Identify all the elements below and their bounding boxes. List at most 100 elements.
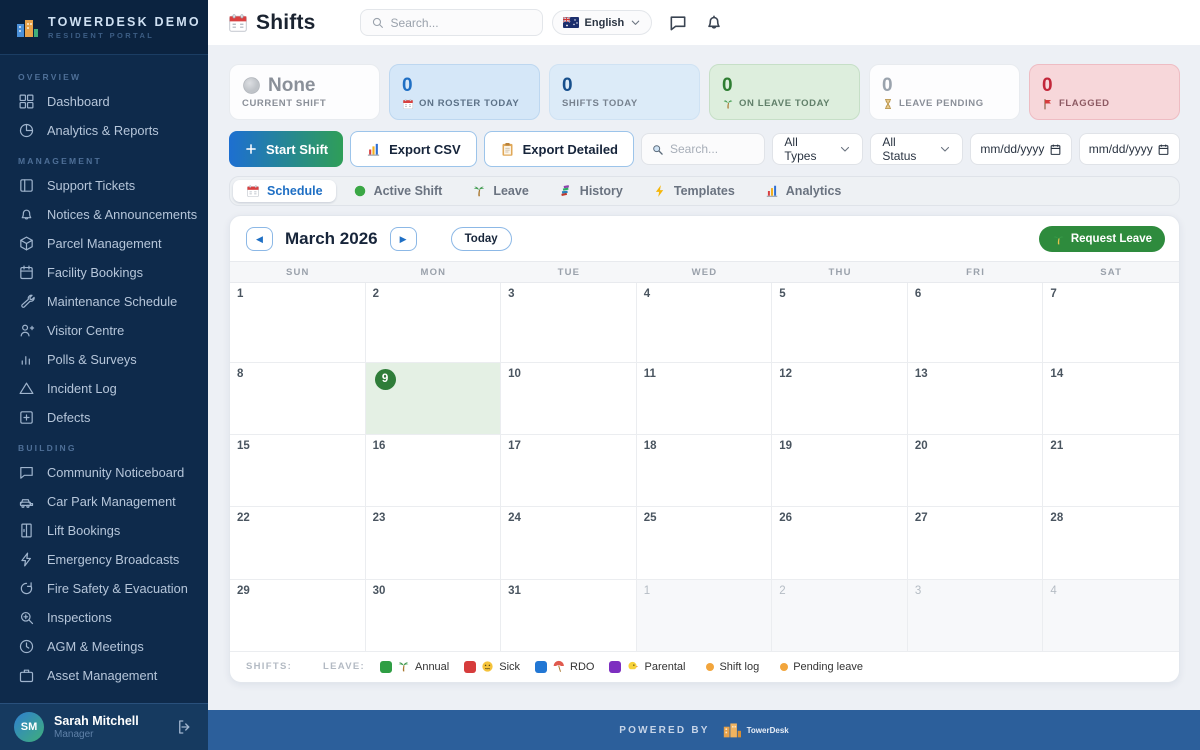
calendar-day-cell[interactable]: 1 [230,283,366,363]
user-role: Manager [54,728,94,740]
calendar-day-cell[interactable]: 25 [636,507,773,580]
export-detailed-button[interactable]: Export Detailed [483,131,634,167]
stat-label: SHIFTS TODAY [562,98,638,109]
package-box-icon [18,235,35,252]
calendar-day-cell[interactable]: 29 [230,579,366,652]
tab-leave[interactable]: Leave [459,180,541,202]
legend-swatch [609,660,622,673]
status-filter-select[interactable]: All Status [870,133,964,165]
calendar-day-cell[interactable]: 26 [772,507,908,580]
tab-schedule[interactable]: Schedule [233,180,336,202]
calendar-day-cell[interactable]: 9 [365,362,502,435]
legend-item-sick: Sick [464,660,520,673]
calendar-day-cell[interactable]: 2 [772,579,908,652]
global-search[interactable] [359,9,543,36]
day-number: 14 [1050,367,1064,380]
sidebar-item-facility-bookings[interactable]: Facility Bookings [0,258,208,287]
request-leave-button[interactable]: Request Leave [1038,226,1165,252]
language-selector[interactable]: English [551,10,653,35]
stat-value: 0 [1042,74,1053,96]
export-csv-button[interactable]: Export CSV [350,131,477,167]
tab-history[interactable]: History [546,180,636,202]
avatar[interactable]: SM [14,712,44,742]
start-shift-button[interactable]: Start Shift [229,131,344,167]
calendar-day-cell[interactable]: 20 [907,434,1044,508]
prev-month-button[interactable]: ◀ [246,227,273,251]
plus-icon [244,142,258,156]
shift-search-input[interactable] [670,142,756,156]
calendar-day-cell[interactable]: 27 [907,507,1044,580]
sidebar-item-incident-log[interactable]: Incident Log [0,374,208,403]
calendar-day-cell[interactable]: 3 [501,283,637,363]
tab-active-shift[interactable]: Active Shift [340,180,456,202]
sidebar-item-emergency-broadcasts[interactable]: Emergency Broadcasts [0,545,208,574]
sidebar-item-defects[interactable]: Defects [0,403,208,432]
calendar-day-cell[interactable]: 7 [1043,283,1179,363]
month-title: March 2026 [285,229,378,248]
date-to-input[interactable]: mm/dd/yyyy [1078,133,1181,165]
calendar-day-cell[interactable]: 6 [907,283,1044,363]
stat-label: ON LEAVE TODAY [722,98,847,110]
calendar-day-cell[interactable]: 12 [772,362,908,435]
day-number: 22 [237,512,250,525]
calendar-day-cell[interactable]: 4 [636,283,773,363]
sidebar-item-car-park-management[interactable]: Car Park Management [0,487,208,516]
calendar-day-cell[interactable]: 18 [636,434,773,508]
calendar-day-cell[interactable]: 31 [501,579,637,652]
calendar-day-cell[interactable]: 15 [230,434,366,508]
today-button[interactable]: Today [450,227,512,251]
sidebar-item-agm-meetings[interactable]: AGM & Meetings [0,632,208,661]
calendar-day-cell[interactable]: 2 [365,283,502,363]
day-number: 17 [508,439,521,452]
sidebar-item-polls-surveys[interactable]: Polls & Surveys [0,345,208,374]
sidebar-item-visitor-centre[interactable]: Visitor Centre [0,316,208,345]
date-from-input[interactable]: mm/dd/yyyy [970,133,1072,165]
sidebar-item-inspections[interactable]: Inspections [0,603,208,632]
global-search-input[interactable] [390,15,532,30]
tab-templates[interactable]: Templates [640,180,748,202]
footer-logo-text: TowerDesk [746,725,789,735]
calendar-day-cell[interactable]: 19 [772,434,908,508]
calendar-day-cell[interactable]: 28 [1043,507,1179,580]
sidebar-item-community-noticeboard[interactable]: Community Noticeboard [0,458,208,487]
calendar-day-cell[interactable]: 3 [907,579,1044,652]
sidebar-item-lift-bookings[interactable]: Lift Bookings [0,516,208,545]
day-number: 11 [643,367,656,380]
sidebar-item-notices-announcements[interactable]: Notices & Announcements [0,200,208,229]
sidebar-item-maintenance-schedule[interactable]: Maintenance Schedule [0,287,208,316]
chat-icon[interactable] [668,13,688,33]
calendar-day-cell[interactable]: 5 [772,283,908,363]
calendar-day-cell[interactable]: 1 [636,579,773,652]
sidebar-nav: OVERVIEW Dashboard Analytics & Reports MANA… [0,55,208,703]
sidebar-item-parcel-management[interactable]: Parcel Management [0,229,208,258]
next-month-button[interactable]: ▶ [389,227,417,251]
sidebar-item-support-tickets[interactable]: Support Tickets [0,171,208,200]
calendar-day-cell[interactable]: 16 [365,434,502,508]
brand-logo-area[interactable]: TOWERDESK DEMO RESIDENT PORTAL [0,0,208,55]
calendar-day-cell[interactable]: 14 [1043,363,1179,435]
calendar-day-cell[interactable]: 22 [230,507,366,580]
calendar-day-cell[interactable]: 23 [365,507,502,580]
day-header-mon: MON [420,267,447,278]
calendar-day-cell[interactable]: 30 [365,579,502,652]
calendar-day-cell[interactable]: 13 [907,362,1044,435]
calendar-day-cell[interactable]: 24 [501,507,637,580]
shift-search[interactable] [641,133,766,165]
calendar-day-cell[interactable]: 11 [636,362,773,435]
calendar-day-cell[interactable]: 17 [501,434,637,508]
type-filter-select[interactable]: All Types [772,133,864,165]
calendar-day-cell[interactable]: 10 [501,362,637,435]
tab-analytics[interactable]: Analytics [752,180,855,202]
day-header-tue: TUE [557,267,581,278]
notifications-bell-icon[interactable] [704,13,724,33]
logout-icon[interactable] [176,718,194,736]
sidebar-item-fire-safety-evacuation[interactable]: Fire Safety & Evacuation [0,574,208,603]
calendar-day-cell[interactable]: 4 [1043,579,1179,652]
sidebar-item-dashboard[interactable]: Dashboard [0,87,208,116]
calendar-day-cell[interactable]: 8 [230,362,366,435]
sidebar-item-analytics-reports[interactable]: Analytics & Reports [0,116,208,145]
calendar-day-cell[interactable]: 21 [1043,435,1179,508]
day-of-week-row: SUN MON TUE WED THU FRI SAT [230,261,1179,283]
sidebar-item-asset-management[interactable]: Asset Management [0,661,208,690]
bar-chart-icon [18,351,35,368]
